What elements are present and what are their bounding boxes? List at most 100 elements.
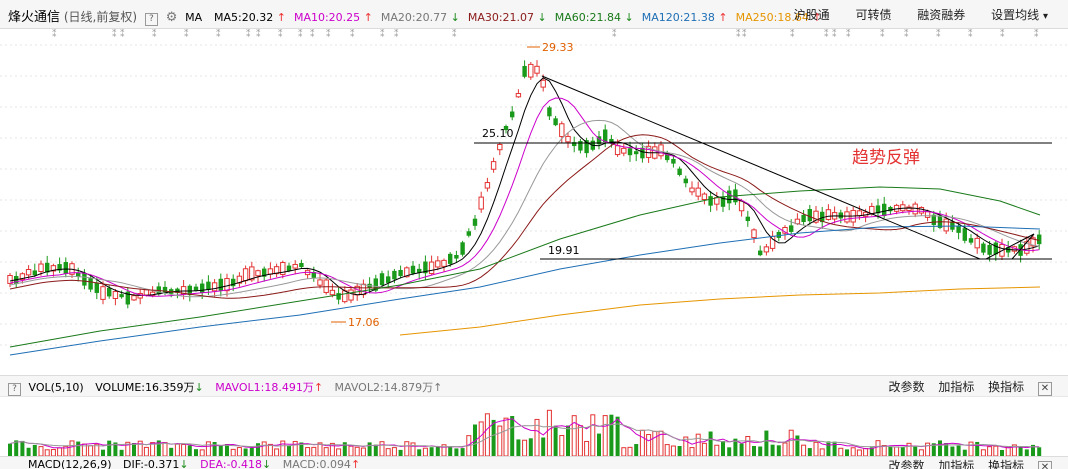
ma250-line xyxy=(399,286,1041,336)
stock-name[interactable]: 烽火通信 xyxy=(8,10,60,25)
candle-down xyxy=(107,287,112,297)
volume-bar-down xyxy=(194,449,198,456)
event-mark: ⁑ xyxy=(742,29,747,40)
volume-bar-up xyxy=(571,415,577,456)
menu-margin-trading[interactable]: 融资融券 xyxy=(917,6,965,23)
event-mark: ⁑ xyxy=(298,29,303,40)
volume-bar-down xyxy=(770,444,775,456)
candle-up xyxy=(38,263,44,272)
event-mark: ⁑ xyxy=(790,29,795,40)
volume-bar-up xyxy=(695,433,701,456)
help-icon[interactable]: ? xyxy=(8,383,21,396)
candle-down xyxy=(968,238,974,243)
candle-up xyxy=(769,235,776,249)
volume-bar-up xyxy=(639,429,645,456)
candle-down xyxy=(603,129,608,143)
volume-bar-up xyxy=(987,446,993,456)
vol-label: VOL(5,10) xyxy=(28,381,84,394)
candle-up xyxy=(701,193,708,201)
volume-bar-up xyxy=(143,446,149,456)
ma-legend-4: MA60:21.84 ↓ xyxy=(554,11,634,24)
volume-bar-down xyxy=(1018,446,1023,456)
volume-bar-down xyxy=(8,443,12,456)
candle-down xyxy=(708,196,713,206)
volume-bar-up xyxy=(236,447,242,456)
menu-ma-settings[interactable]: 设置均线 ▾ xyxy=(991,6,1048,23)
volume-bar-down xyxy=(243,448,248,456)
volume-bar-down xyxy=(938,440,942,456)
gear-icon[interactable]: ⚙ xyxy=(166,10,178,25)
event-mark: ⁑ xyxy=(452,29,457,40)
candle-down xyxy=(962,228,967,241)
volume-bar-down xyxy=(528,438,533,456)
level-label-25-10: 25.10 xyxy=(482,127,514,140)
event-mark: ⁑ xyxy=(326,29,331,40)
volume-bar-up xyxy=(881,445,887,456)
volume-bar-up xyxy=(305,447,311,456)
macd-switch-indicator-button[interactable]: 换指标 xyxy=(988,457,1024,469)
volume-bar-up xyxy=(788,429,794,456)
volume-bar-up xyxy=(850,447,856,456)
candle-down xyxy=(32,270,37,276)
volume-bar-up xyxy=(522,439,528,456)
candle-up xyxy=(224,278,230,292)
volume-bar-down xyxy=(1037,447,1042,456)
candle-down xyxy=(634,151,639,155)
candle-down xyxy=(578,141,583,151)
volume-bar-up xyxy=(323,447,329,456)
macd-edit-params-button[interactable]: 改参数 xyxy=(888,457,924,469)
candle-up xyxy=(211,282,218,292)
volume-bar-down xyxy=(566,425,570,456)
volume-bar-down xyxy=(448,447,453,456)
volume-bar-down xyxy=(460,448,465,456)
event-mark: ⁑ xyxy=(394,29,399,40)
volume-chart[interactable] xyxy=(0,396,1068,456)
candle-down xyxy=(206,281,211,290)
candle-down xyxy=(88,278,93,290)
candle-down xyxy=(522,65,527,77)
event-mark: ⁑ xyxy=(350,29,355,40)
candle-down xyxy=(683,178,688,184)
candle-down xyxy=(776,231,781,238)
chevron-down-icon: ▾ xyxy=(1042,11,1048,22)
volume-bar-down xyxy=(429,447,434,456)
macd-label: MACD(12,26,9) xyxy=(28,458,112,469)
menu-ma-settings-label: 设置均线 xyxy=(991,8,1040,22)
candle-down xyxy=(882,203,887,217)
candle-up xyxy=(25,269,32,276)
volume-bar-down xyxy=(1024,449,1029,456)
volume-bar-up xyxy=(906,442,912,456)
candle-down xyxy=(987,244,992,255)
candle-down xyxy=(838,212,843,219)
event-mark: ⁑ xyxy=(380,29,385,40)
close-icon[interactable]: ✕ xyxy=(1038,382,1052,396)
event-mark: ⁑ xyxy=(846,29,851,40)
menu-convertible-bond[interactable]: 可转债 xyxy=(855,6,891,23)
price-chart[interactable]: ⁑ ⁑ ⁑ ⁑ ⁑ ⁑ ⁑ ⁑ ⁑ ⁑ ⁑ ⁑ ⁑ ⁑ ⁑ ⁑ ⁑ ⁑ ⁑ ⁑ ⁑ ⁑ ⁑ ⁑ ⁑ ⁑ ⁑ ⁑ ⁑ 25.10 19.9… xyxy=(0,29,1068,375)
volume-bar-down xyxy=(795,435,800,456)
candle-up xyxy=(714,197,720,205)
volume-bar-up xyxy=(57,447,63,456)
candle-up xyxy=(435,260,441,268)
candle-down xyxy=(1037,234,1042,245)
volume-bar-up xyxy=(621,447,627,456)
event-mark: ⁑ xyxy=(216,29,221,40)
arrow-up-icon: ↑ xyxy=(360,11,373,24)
volume-bar-up xyxy=(497,425,503,456)
macd-add-indicator-button[interactable]: 加指标 xyxy=(938,457,974,469)
volume-bar-up xyxy=(577,425,583,456)
volume-bar-down xyxy=(900,447,905,456)
volume-bar-up xyxy=(782,442,788,456)
candle-up xyxy=(856,210,863,217)
volume-bar-down xyxy=(169,447,174,456)
event-mark: ⁑ xyxy=(184,29,189,40)
volume-bar-up xyxy=(863,448,869,456)
help-icon[interactable]: ? xyxy=(144,13,158,26)
vol-add-indicator-button[interactable]: 加指标 xyxy=(938,378,974,395)
vol-edit-params-button[interactable]: 改参数 xyxy=(888,378,924,395)
vol-switch-indicator-button[interactable]: 换指标 xyxy=(988,378,1024,395)
candle-down xyxy=(392,270,397,280)
menu-hugutong[interactable]: 沪股通 xyxy=(794,6,830,23)
arrow-up-icon: ↑ xyxy=(714,11,728,24)
volume-value: VOLUME:16.359万 xyxy=(95,381,195,394)
